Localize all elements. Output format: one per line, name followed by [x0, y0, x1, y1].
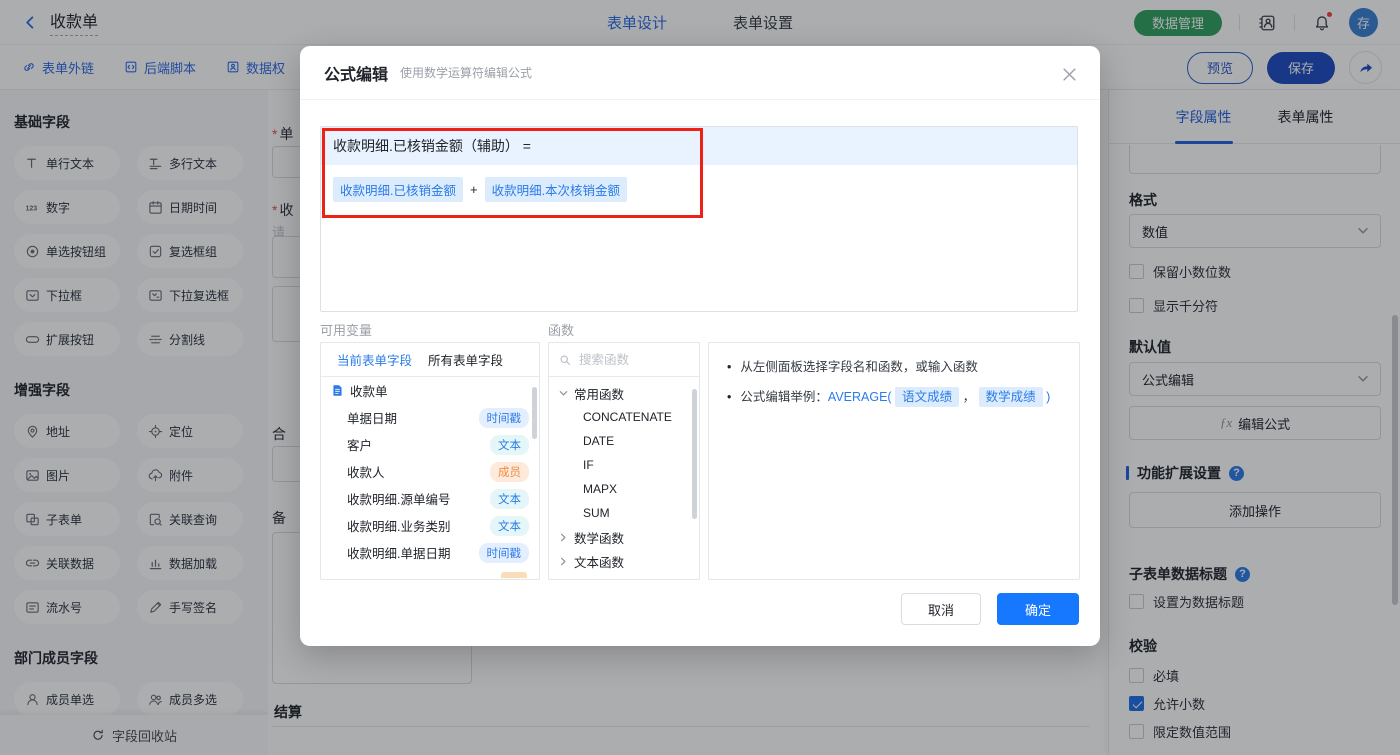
confirm-button[interactable]: 确定 [997, 593, 1079, 625]
clipped-badge [501, 572, 527, 578]
variables-panel: 当前表单字段 所有表单字段 收款单 单据日期 时间戳 客户 文本 收款人 成员 收款明… [320, 342, 540, 580]
formula-operand-chip[interactable]: 收款明细.本次核销金额 [484, 177, 628, 202]
function-item[interactable]: CONCATENATE [549, 405, 699, 429]
function-group-text[interactable]: 文本函数 [549, 549, 699, 573]
formula-operator: + [469, 182, 478, 197]
function-item[interactable]: SUM [549, 501, 699, 525]
chevron-down-icon [559, 390, 568, 396]
chevron-right-icon [561, 557, 566, 565]
variable-item[interactable]: 客户 文本 [321, 431, 539, 458]
function-search [549, 343, 699, 377]
close-icon[interactable] [1060, 65, 1078, 83]
formula-operand-chip[interactable]: 收款明细.已核销金额 [333, 177, 463, 202]
tip-line: • 从左侧面板选择字段名和函数，或输入函数 [727, 358, 1061, 377]
document-icon [333, 385, 342, 396]
tips-panel: • 从左侧面板选择字段名和函数，或输入函数 • 公式编辑举例：AVERAGE( … [708, 342, 1080, 580]
function-search-input[interactable] [577, 351, 689, 368]
variables-tabs: 当前表单字段 所有表单字段 [321, 343, 539, 377]
modal-header: 公式编辑 使用数学运算符编辑公式 [300, 46, 1100, 100]
variable-item[interactable]: 收款明细.业务类别 文本 [321, 512, 539, 539]
functions-caption: 函数 [548, 323, 575, 338]
function-group-common[interactable]: 常用函数 [549, 381, 699, 405]
variable-item[interactable]: 收款人 成员 [321, 458, 539, 485]
tip-line-example: • 公式编辑举例：AVERAGE( 语文成绩 ， 数学成绩 ) [727, 387, 1061, 407]
function-close-paren: ) [1046, 390, 1051, 404]
modal-title: 公式编辑 [324, 66, 389, 84]
type-badge: 时间戳 [478, 542, 529, 563]
example-chip: 语文成绩 [895, 387, 960, 407]
variables-root-node[interactable]: 收款单 [321, 377, 539, 404]
formula-expression: 收款明细.已核销金额 + 收款明细.本次核销金额 [321, 165, 1077, 214]
formula-target: 收款明细.已核销金额（辅助） = [321, 127, 1077, 165]
type-badge: 成员 [490, 461, 529, 482]
functions-scrollbar[interactable] [692, 389, 697, 519]
variable-item[interactable]: 单据日期 时间戳 [321, 404, 539, 431]
chevron-right-icon [561, 533, 566, 541]
function-group-math[interactable]: 数学函数 [549, 525, 699, 549]
modal-subtitle: 使用数学运算符编辑公式 [400, 66, 533, 80]
type-badge: 文本 [490, 488, 529, 509]
tab-all-form-fields[interactable]: 所有表单字段 [428, 350, 503, 369]
search-icon [560, 355, 571, 365]
formula-editor[interactable]: 收款明细.已核销金额（辅助） = 收款明细.已核销金额 + 收款明细.本次核销金… [320, 126, 1078, 312]
variable-item[interactable]: 收款明细.源单编号 文本 [321, 485, 539, 512]
formula-edit-modal: 公式编辑 使用数学运算符编辑公式 收款明细.已核销金额（辅助） = 收款明细.已… [300, 46, 1100, 646]
bullet-icon: • [727, 390, 732, 404]
cancel-button[interactable]: 取消 [901, 593, 981, 625]
function-item[interactable]: IF [549, 453, 699, 477]
variables-caption: 可用变量 [320, 323, 373, 338]
tip-example: 公式编辑举例：AVERAGE( 语文成绩 ， 数学成绩 ) [740, 387, 1051, 407]
type-badge: 时间戳 [478, 407, 529, 428]
form-designer-screen: 收款单 表单设计 表单设置 数据管理 存 表单外链 后端脚本 数据权 预览 保存… [0, 0, 1400, 755]
function-item[interactable]: MAPX [549, 477, 699, 501]
type-badge: 文本 [490, 515, 529, 536]
variables-scrollbar[interactable] [532, 387, 537, 439]
example-chip: 数学成绩 [978, 387, 1043, 407]
function-item[interactable]: DATE [549, 429, 699, 453]
bullet-icon: • [727, 360, 732, 374]
type-badge: 文本 [490, 434, 529, 455]
variable-item[interactable]: 收款明细.单据日期 时间戳 [321, 539, 539, 566]
tab-current-form-fields[interactable]: 当前表单字段 [337, 350, 412, 369]
functions-panel: 常用函数 CONCATENATE DATE IF MAPX SUM 数学函数 文… [548, 342, 700, 580]
function-name: AVERAGE( [827, 390, 892, 404]
